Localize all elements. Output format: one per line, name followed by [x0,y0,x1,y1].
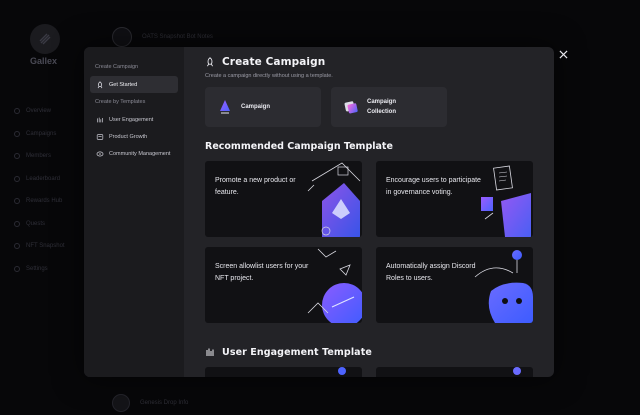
product-launch-illustration [307,162,361,237]
community-icon [96,150,104,158]
nav-icon [14,198,20,205]
product-growth-icon [96,133,104,141]
campaign-option[interactable]: Campaign [205,87,321,127]
discord-roles-illustration [474,250,533,323]
template-illustration [513,367,521,375]
row-avatar [112,27,132,47]
recommended-template-grid: Promote a new product or feature. Encour… [205,161,554,323]
background-nav: Overview Campaigns Members Leaderboard R… [14,100,84,280]
rocket-icon [96,80,104,89]
close-icon [558,49,568,59]
template-card-allowlist[interactable]: Screen allowlist users for your NFT proj… [205,247,362,323]
template-card-promote[interactable]: Promote a new product or feature. [205,161,362,237]
sidebar-item-label: Product Growth [109,133,148,140]
sidebar-item-label: Get Started [109,81,138,88]
nav-icon [14,153,20,160]
nav-icon [14,243,20,250]
engagement-template-grid [205,367,554,377]
campaign-collection-option-label: Campaign Collection [367,99,397,115]
sidebar-item-label: User Engagement [109,116,154,123]
template-card-text: Encourage users to participate in govern… [386,177,481,196]
rocket-icon [205,57,215,67]
page-title: Create Campaign [222,56,326,68]
row-avatar [112,394,130,412]
nft-allowlist-illustration [307,248,362,323]
sidebar-item-user-engagement[interactable]: User Engagement [90,111,178,128]
modal-sidebar: Create Campaign Get Started Create by Te… [84,47,184,377]
campaign-icon [220,100,230,114]
page-subtitle: Create a campaign directly without using… [205,73,333,79]
close-button[interactable] [556,47,570,61]
recommended-template-title: Recommended Campaign Template [205,141,393,152]
template-card-text: Automatically assign Discord Roles to us… [386,263,476,282]
user-engagement-icon [205,347,215,357]
sidebar-section-create: Create Campaign [95,64,139,70]
sidebar-item-get-started[interactable]: Get Started [90,76,178,93]
app-logo [30,24,60,54]
nav-icon [14,265,20,272]
collection-icon [344,101,358,114]
nav-icon [14,220,20,227]
nav-item: Settings [14,258,84,281]
brand-name: Gallex [30,56,58,66]
nav-icon [14,175,20,182]
template-card-governance[interactable]: Encourage users to participate in govern… [376,161,533,237]
nav-item: Leaderboard [14,168,84,191]
create-campaign-header: Create Campaign [205,55,554,69]
sidebar-section-templates: Create by Templates [95,99,146,105]
nav-item: Campaigns [14,123,84,146]
nav-item: Rewards Hub [14,190,84,213]
nav-icon [14,130,20,137]
governance-illustration [481,165,531,237]
sidebar-item-label: Community Management [109,150,171,157]
sidebar-item-community-management[interactable]: Community Management [90,145,178,162]
sidebar-item-product-growth[interactable]: Product Growth [90,128,178,145]
user-engagement-icon [96,116,104,124]
template-card-peek[interactable] [205,367,362,377]
background-row-top: OATS Snapshot Bot Notes [112,26,582,48]
modal-content: Create Campaign Create a campaign direct… [184,47,554,377]
nav-item: Members [14,145,84,168]
nav-icon [14,108,20,115]
template-illustration [338,367,346,375]
template-card-text: Screen allowlist users for your NFT proj… [215,263,309,282]
nav-item: Quests [14,213,84,236]
template-card-peek[interactable] [376,367,533,377]
campaign-type-options: Campaign Campaign Collection [205,87,554,127]
template-card-discord[interactable]: Automatically assign Discord Roles to us… [376,247,533,323]
create-campaign-modal: Create Campaign Get Started Create by Te… [84,47,554,377]
campaign-option-label: Campaign [241,104,271,110]
campaign-collection-option[interactable]: Campaign Collection [331,87,447,127]
engagement-template-header: User Engagement Template [205,345,554,359]
template-card-text: Promote a new product or feature. [215,177,296,196]
nav-item: Overview [14,100,84,123]
background-row-bottom: Genesis Drop Info [112,392,582,414]
engagement-template-title: User Engagement Template [222,346,372,358]
nav-item: NFT Snapshot [14,235,84,258]
